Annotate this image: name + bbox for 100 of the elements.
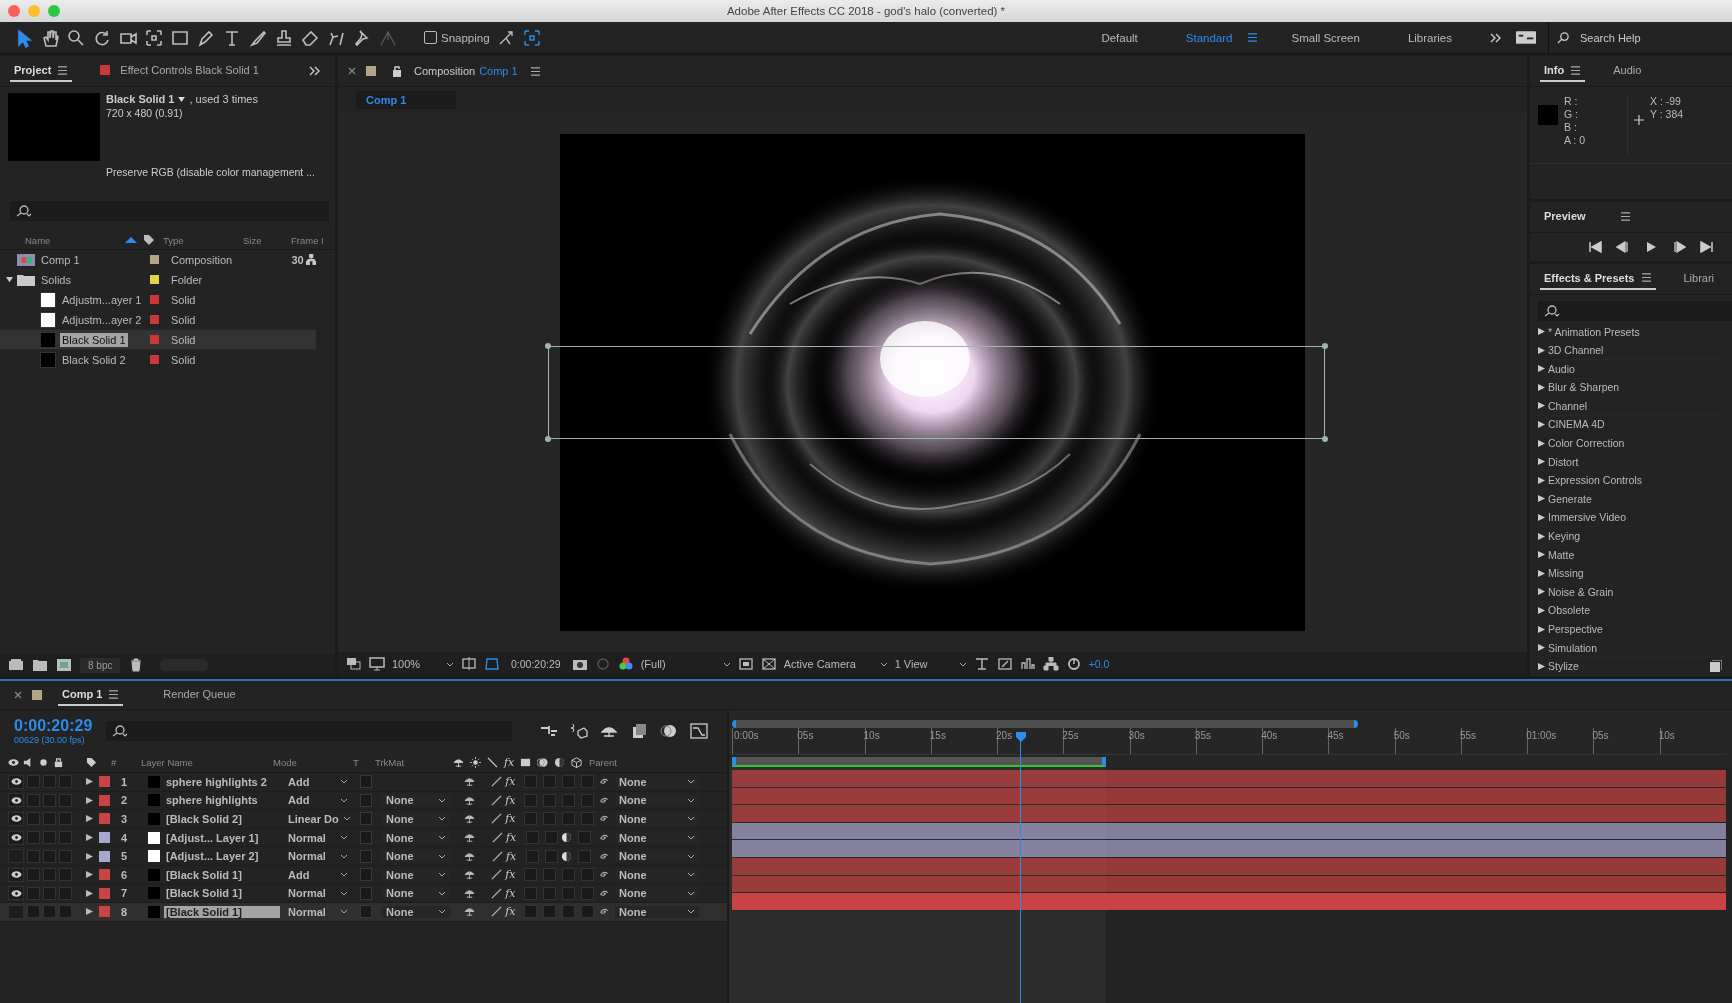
collapse-transform-icon[interactable] — [464, 869, 475, 881]
switch-box[interactable] — [526, 831, 539, 845]
expand-triangle-icon[interactable] — [1538, 439, 1545, 447]
item-name[interactable]: Black Solid 1 — [60, 332, 128, 347]
composition-mini-flowchart-icon[interactable] — [540, 723, 559, 739]
flowchart-icon[interactable] — [1042, 657, 1059, 671]
chevron-down-icon[interactable] — [722, 661, 731, 667]
switch-box[interactable] — [43, 886, 56, 900]
column-header[interactable]: Type — [163, 234, 243, 246]
preserve-transparency-toggle[interactable] — [360, 849, 372, 863]
effects-toggle[interactable]: fx — [505, 793, 518, 807]
panel-tab[interactable]: Composition Comp 1 — [414, 65, 518, 77]
chevron-down-icon[interactable] — [438, 835, 446, 841]
expand-triangle-icon[interactable] — [86, 778, 93, 786]
track-matte-dropdown[interactable]: None — [382, 905, 450, 918]
visibility-toggle[interactable] — [8, 812, 24, 826]
play-icon[interactable] — [1644, 240, 1658, 253]
fast-previews-icon[interactable] — [996, 657, 1013, 671]
panel-tab[interactable]: Audio — [1609, 60, 1646, 82]
project-item-row[interactable]: Adjustm...ayer 1 Solid — [0, 290, 316, 310]
switch-box[interactable] — [43, 831, 56, 845]
effect-category[interactable]: Perspective — [1530, 620, 1726, 639]
switch-box[interactable] — [581, 905, 594, 919]
view-layout-dropdown[interactable]: 1 View — [894, 658, 967, 670]
quality-slash-icon[interactable] — [491, 776, 503, 788]
label-color-chip[interactable] — [150, 255, 159, 264]
current-time[interactable]: 0:00:20:29 — [14, 717, 93, 735]
switch-box[interactable] — [581, 886, 594, 900]
timeline-icon[interactable] — [1019, 657, 1036, 671]
label-color-chip[interactable] — [150, 355, 159, 364]
collapse-transform-icon[interactable] — [464, 906, 475, 918]
switch-box[interactable] — [59, 831, 72, 845]
switch-box[interactable] — [543, 793, 556, 807]
switch-box[interactable] — [43, 793, 56, 807]
new-item-icon[interactable] — [1710, 660, 1722, 672]
next-frame-icon[interactable] — [1672, 240, 1686, 253]
expand-triangle-icon[interactable] — [1538, 402, 1545, 410]
preserve-transparency-toggle[interactable] — [360, 868, 372, 882]
expand-triangle-icon[interactable] — [1538, 551, 1545, 559]
label-color-chip[interactable] — [99, 813, 110, 825]
switch-box[interactable] — [562, 812, 575, 826]
layer-duration-bar[interactable] — [732, 822, 1726, 840]
effect-category[interactable]: Distort — [1530, 452, 1726, 472]
chevron-down-icon[interactable] — [687, 909, 695, 915]
switch-box[interactable] — [545, 849, 558, 863]
disclosure-triangle-icon[interactable] — [6, 276, 13, 283]
layer-name[interactable]: [Adjust... Layer 1] — [164, 831, 280, 844]
chevron-down-icon[interactable] — [687, 797, 695, 803]
column-header[interactable]: TrkMat — [375, 756, 453, 768]
chevron-down-icon[interactable] — [687, 890, 695, 896]
switch-box[interactable] — [543, 775, 556, 789]
reset-exposure-icon[interactable] — [1065, 657, 1082, 671]
quality-slash-icon[interactable] — [491, 869, 503, 881]
zoom-icon[interactable] — [66, 27, 86, 48]
blend-mode-dropdown[interactable]: Add — [284, 868, 352, 881]
always-preview-icon[interactable] — [346, 657, 362, 671]
sort-ascending-icon[interactable] — [125, 237, 137, 243]
chevron-down-icon[interactable] — [438, 872, 446, 878]
column-header[interactable]: T — [353, 756, 375, 768]
item-name[interactable]: Adjustm...ayer 1 — [60, 292, 144, 307]
blend-mode-dropdown[interactable]: Normal — [284, 887, 352, 900]
chevron-down-icon[interactable] — [958, 661, 967, 667]
quality-slash-icon[interactable] — [491, 813, 503, 825]
visibility-toggle[interactable] — [8, 886, 24, 901]
switch-box[interactable] — [27, 905, 40, 919]
quality-slash-icon[interactable] — [492, 850, 503, 862]
effect-category[interactable]: Generate — [1530, 490, 1726, 509]
expand-triangle-icon[interactable] — [1538, 365, 1545, 373]
hand-icon[interactable] — [40, 27, 60, 48]
lock-icon[interactable] — [392, 65, 402, 77]
column-header[interactable]: Name — [25, 234, 125, 246]
panel-tab[interactable]: Effect Controls Black Solid 1 — [96, 60, 263, 82]
workspace-tab[interactable]: Small Screen — [1267, 31, 1384, 44]
expand-triangle-icon[interactable] — [1538, 476, 1545, 484]
project-item-row[interactable]: Solids Folder — [0, 270, 316, 290]
switch-box[interactable] — [524, 886, 537, 900]
search-help-field[interactable]: Search Help — [1578, 30, 1732, 45]
column-header[interactable]: Layer Name — [141, 756, 273, 768]
switch-box[interactable] — [59, 793, 72, 807]
switch-box[interactable] — [524, 868, 537, 882]
layer-bounding-box[interactable] — [548, 346, 1325, 439]
quality-slash-icon[interactable] — [491, 906, 503, 918]
graph-editor-icon[interactable] — [690, 723, 709, 739]
chevron-down-icon[interactable] — [340, 872, 348, 878]
effect-category[interactable]: Audio — [1530, 359, 1726, 379]
effect-category[interactable]: Missing — [1530, 564, 1726, 584]
switch-box[interactable] — [524, 793, 537, 807]
collapse-transform-icon[interactable] — [464, 794, 475, 806]
preserve-transparency-toggle[interactable] — [360, 812, 372, 826]
effect-category[interactable]: Noise & Grain — [1530, 583, 1726, 602]
safe-margins-icon[interactable] — [461, 657, 477, 671]
project-search-field[interactable] — [10, 201, 329, 221]
new-composition-icon[interactable] — [56, 658, 72, 672]
expand-triangle-icon[interactable] — [86, 871, 93, 879]
layer-name[interactable]: sphere highlights — [164, 794, 280, 807]
effect-category[interactable]: Simulation — [1530, 638, 1726, 658]
menu-icon[interactable] — [108, 689, 120, 699]
guides-icon[interactable] — [521, 27, 542, 48]
switch-box[interactable] — [581, 793, 594, 807]
switch-box[interactable] — [43, 812, 56, 826]
